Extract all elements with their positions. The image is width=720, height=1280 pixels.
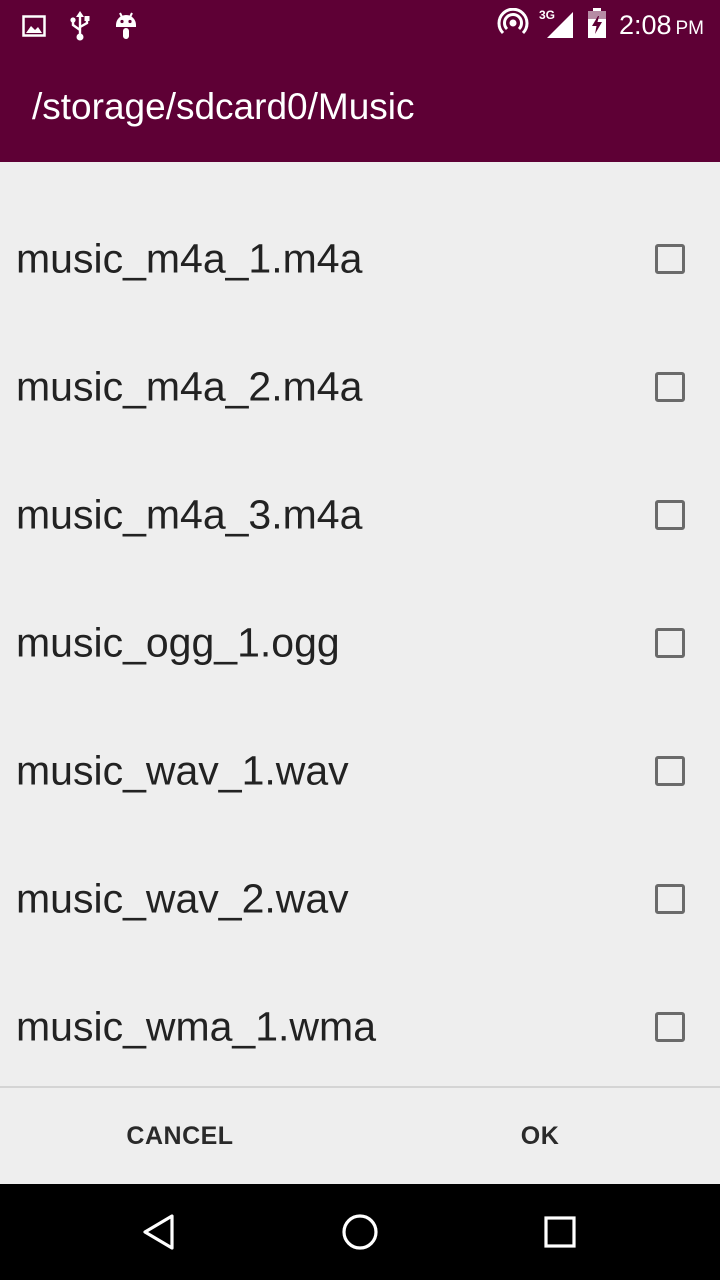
home-icon: [342, 1214, 378, 1250]
usb-icon: [70, 11, 90, 41]
battery-icon: [587, 7, 607, 43]
file-row[interactable]: music_m4a_2.m4a: [0, 323, 720, 451]
file-checkbox[interactable]: [655, 372, 685, 402]
home-button[interactable]: [300, 1184, 420, 1280]
image-icon: [22, 15, 46, 37]
file-row[interactable]: music_m4a_3.m4a: [0, 451, 720, 579]
file-name: music_wma_1.wma: [16, 1003, 376, 1050]
file-checkbox[interactable]: [655, 500, 685, 530]
file-checkbox[interactable]: [655, 1012, 685, 1042]
file-checkbox[interactable]: [655, 244, 685, 274]
notification-icons: [22, 10, 138, 42]
status-clock: 2:08 PM: [619, 10, 704, 41]
screen: 3G 2:08 PM /storage/sdcard0/Music music_…: [0, 0, 720, 1280]
file-name: music_wav_2.wav: [16, 875, 349, 922]
file-name: music_m4a_1.m4a: [16, 235, 363, 282]
dialog-button-bar: CANCEL OK: [0, 1086, 720, 1184]
back-button[interactable]: [100, 1184, 220, 1280]
clock-ampm: PM: [675, 17, 705, 39]
file-name: music_ogg_1.ogg: [16, 619, 340, 666]
file-checkbox[interactable]: [655, 628, 685, 658]
file-name: music_m4a_3.m4a: [16, 491, 363, 538]
current-path-title: /storage/sdcard0/Music: [32, 86, 415, 127]
file-checkbox[interactable]: [655, 756, 685, 786]
ok-button[interactable]: OK: [360, 1088, 720, 1184]
signal-icon: 3G: [539, 8, 575, 40]
file-name: music_m4a_2.m4a: [16, 363, 363, 410]
clock-time: 2:08: [618, 9, 672, 40]
recents-button[interactable]: [500, 1184, 620, 1280]
status-bar: 3G 2:08 PM: [0, 0, 720, 50]
hotspot-icon: [497, 7, 529, 43]
recents-icon: [544, 1216, 576, 1248]
cancel-button[interactable]: CANCEL: [0, 1088, 360, 1184]
file-list[interactable]: music_m4a_1.m4a music_m4a_2.m4a music_m4…: [0, 162, 720, 1086]
file-checkbox[interactable]: [655, 884, 685, 914]
file-name: music_wav_1.wav: [16, 747, 349, 794]
app-bar: /storage/sdcard0/Music: [0, 50, 720, 162]
file-row[interactable]: music_ogg_1.ogg: [0, 579, 720, 707]
file-row[interactable]: music_m4a_1.m4a: [0, 195, 720, 323]
back-icon: [143, 1214, 174, 1250]
file-row[interactable]: music_wma_1.wma: [0, 963, 720, 1086]
file-row[interactable]: music_wav_1.wav: [0, 707, 720, 835]
android-icon: [114, 11, 138, 41]
system-icons: 3G 2:08 PM: [497, 7, 704, 43]
navigation-bar: [0, 1184, 720, 1280]
file-row[interactable]: music_wav_2.wav: [0, 835, 720, 963]
